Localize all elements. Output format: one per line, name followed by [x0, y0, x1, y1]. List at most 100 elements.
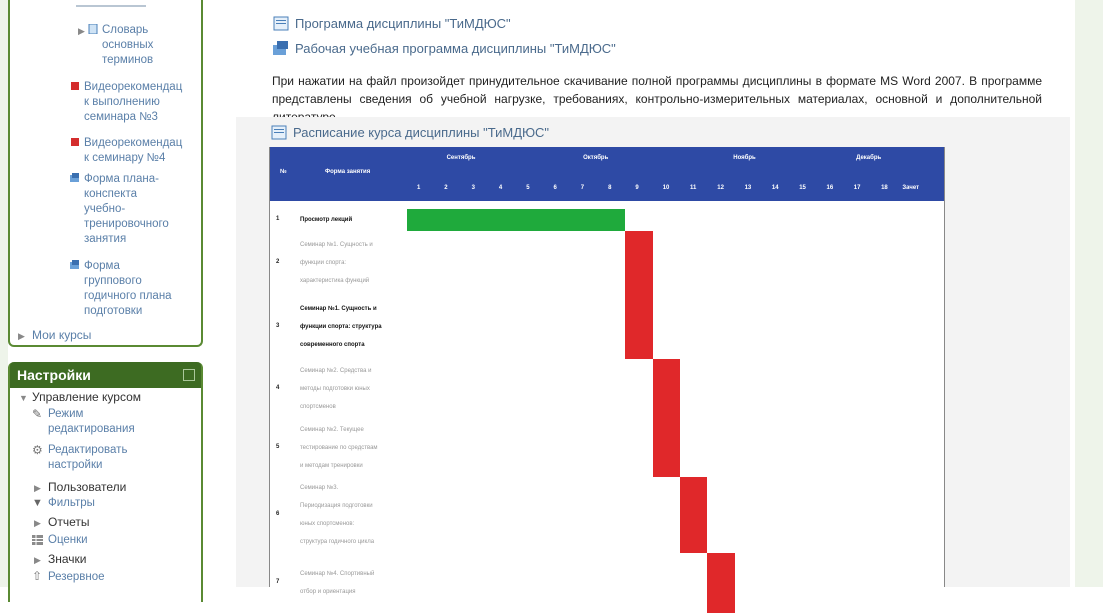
week-label: 18: [881, 185, 888, 191]
gantt-bar: [407, 209, 626, 231]
week-label: 7: [580, 185, 585, 191]
sidebar-item-label: конспекта: [84, 188, 137, 200]
sidebar-item-label: Видеорекомендац: [84, 137, 183, 149]
settings-item-label: Оценки: [48, 534, 88, 546]
sidebar-item-course-admin[interactable]: Управление курсом: [32, 390, 141, 405]
schedule-gantt-chart: № Форма занятия Сентябрь Октябрь Ноябрь Декаб…: [269, 147, 945, 613]
row-label: Семинар №1. Сущность и: [300, 241, 373, 248]
navigation-block: ▶ Словарь основных терминов Видеорекомен…: [8, 0, 203, 347]
work-program-file-link[interactable]: Рабочая учебная программа дисциплины "Ти…: [273, 40, 616, 58]
row-label: Семинар №2. Текущее: [300, 427, 364, 433]
row-number: 6: [276, 511, 280, 517]
month-label: Октябрь: [583, 155, 609, 161]
expand-arrow-icon[interactable]: ▶: [18, 331, 25, 342]
video-icon: [71, 138, 79, 146]
settings-header: Настройки: [10, 362, 201, 388]
sidebar-item-label: к выполнению: [84, 96, 160, 108]
sidebar-item-label: тренировочного: [84, 218, 169, 230]
settings-item-badges[interactable]: Значки: [48, 552, 87, 567]
week-label: 6: [553, 185, 557, 191]
filter-icon: ▼: [32, 497, 43, 509]
settings-item-label: редактирования: [48, 423, 135, 435]
gantt-bar: [707, 553, 735, 613]
gear-icon: ⚙: [32, 443, 43, 457]
main-content: Программа дисциплины "ТиМДЮС" Рабочая уч…: [205, 0, 1075, 613]
sidebar-item-video-seminar-3[interactable]: Видеорекомендац к выполнению семинара №3: [71, 80, 182, 125]
row-label: тестирование по средствам: [300, 445, 378, 451]
document-icon: [271, 125, 287, 140]
row-label: Просмотр лекций: [300, 217, 353, 223]
sidebar-item-label: семинара №3: [84, 111, 158, 123]
settings-item-users[interactable]: Пользователи: [48, 480, 126, 495]
row-label: отбор и ориентация: [300, 589, 356, 595]
month-label: Ноябрь: [733, 155, 756, 161]
sidebar-item-label: Форма: [84, 260, 120, 272]
collapse-block-icon[interactable]: [183, 369, 195, 381]
schedule-file-link[interactable]: Расписание курса дисциплины "ТиМДЮС": [271, 124, 549, 142]
settings-item-grades[interactable]: Оценки: [32, 533, 88, 548]
week-label: 10: [662, 185, 670, 191]
row-number: 1: [276, 216, 280, 222]
settings-item-backup[interactable]: ⇧ Резервное: [32, 569, 105, 585]
sidebar-item-label: подготовки: [84, 305, 143, 317]
sidebar-item-lesson-plan-form[interactable]: Форма плана- конспекта учебно- тренирово…: [70, 172, 169, 247]
chevron-down-icon[interactable]: ▼: [19, 393, 28, 403]
row-label: методы подготовки юных: [300, 386, 370, 392]
row-label: функции спорта:: [300, 259, 347, 266]
grid-icon: [32, 535, 43, 545]
week-label: Зачет: [902, 185, 920, 191]
settings-item-label: Резервное: [48, 571, 105, 583]
sidebar: ▶ Словарь основных терминов Видеорекомен…: [8, 0, 205, 602]
document-icon: [88, 24, 98, 34]
sidebar-item-label: группового: [84, 275, 142, 287]
video-icon: [71, 82, 79, 90]
row-label: юных спортсменов:: [300, 521, 355, 527]
row-number: 5: [276, 444, 280, 450]
header-num: №: [280, 169, 287, 175]
sidebar-item-my-courses[interactable]: Мои курсы: [32, 328, 91, 343]
gantt-bar: [625, 231, 653, 294]
expand-arrow-icon[interactable]: ▶: [34, 483, 41, 494]
sidebar-item-glossary[interactable]: Словарь основных терминов: [88, 23, 154, 68]
week-label: 1: [417, 185, 421, 191]
program-file-link[interactable]: Программа дисциплины "ТиМДЮС": [273, 15, 511, 33]
sidebar-item-label: к семинару №4: [84, 152, 166, 164]
week-label: 17: [853, 185, 861, 191]
settings-item-edit-settings[interactable]: ⚙ Редактировать настройки: [32, 443, 128, 473]
week-label: 2: [444, 185, 448, 191]
left-gutter: [0, 0, 8, 587]
week-label: 8: [608, 185, 612, 191]
week-label: 14: [771, 185, 779, 191]
settings-item-label: настройки: [48, 459, 103, 471]
expand-arrow-icon[interactable]: ▶: [34, 555, 41, 566]
expand-arrow-icon[interactable]: ▶: [78, 26, 85, 37]
row-label: современного спорта: [300, 341, 365, 348]
clipped-text: [76, 0, 146, 7]
right-gutter: [1075, 0, 1103, 587]
settings-item-label: Редактировать: [48, 444, 128, 456]
sidebar-item-label: основных: [102, 39, 154, 51]
settings-item-filters[interactable]: ▼ Фильтры: [32, 496, 95, 511]
settings-block: Настройки ▼ Управление курсом ✎ Режим ре…: [8, 362, 203, 602]
settings-title: Настройки: [17, 367, 91, 383]
link-text: Рабочая учебная программа дисциплины "Ти…: [295, 41, 616, 56]
sidebar-item-annual-plan-form[interactable]: Форма группового годичного плана подгото…: [70, 259, 172, 319]
form-icon: [273, 41, 288, 55]
settings-item-reports[interactable]: Отчеты: [48, 515, 89, 530]
week-label: 3: [471, 185, 475, 191]
month-label: Сентябрь: [446, 155, 476, 161]
row-label: структура годичного цикла: [300, 539, 375, 545]
row-number: 3: [276, 322, 280, 329]
settings-item-edit-mode[interactable]: ✎ Режим редактирования: [32, 407, 135, 437]
row-label: и методам тренировки: [300, 463, 363, 469]
row-label: Периодизация подготовки: [300, 503, 373, 509]
row-label: Семинар №2. Средства и: [300, 368, 372, 374]
document-icon: [273, 16, 289, 31]
expand-arrow-icon[interactable]: ▶: [34, 518, 41, 529]
sidebar-item-label: Словарь: [102, 24, 149, 36]
sidebar-item-video-seminar-4[interactable]: Видеорекомендац к семинару №4: [71, 136, 183, 166]
sidebar-item-label: Форма плана-: [84, 173, 159, 185]
gantt-bar: [652, 359, 680, 419]
link-text: Расписание курса дисциплины "ТиМДЮС": [293, 125, 549, 140]
settings-item-label: Фильтры: [48, 497, 95, 509]
